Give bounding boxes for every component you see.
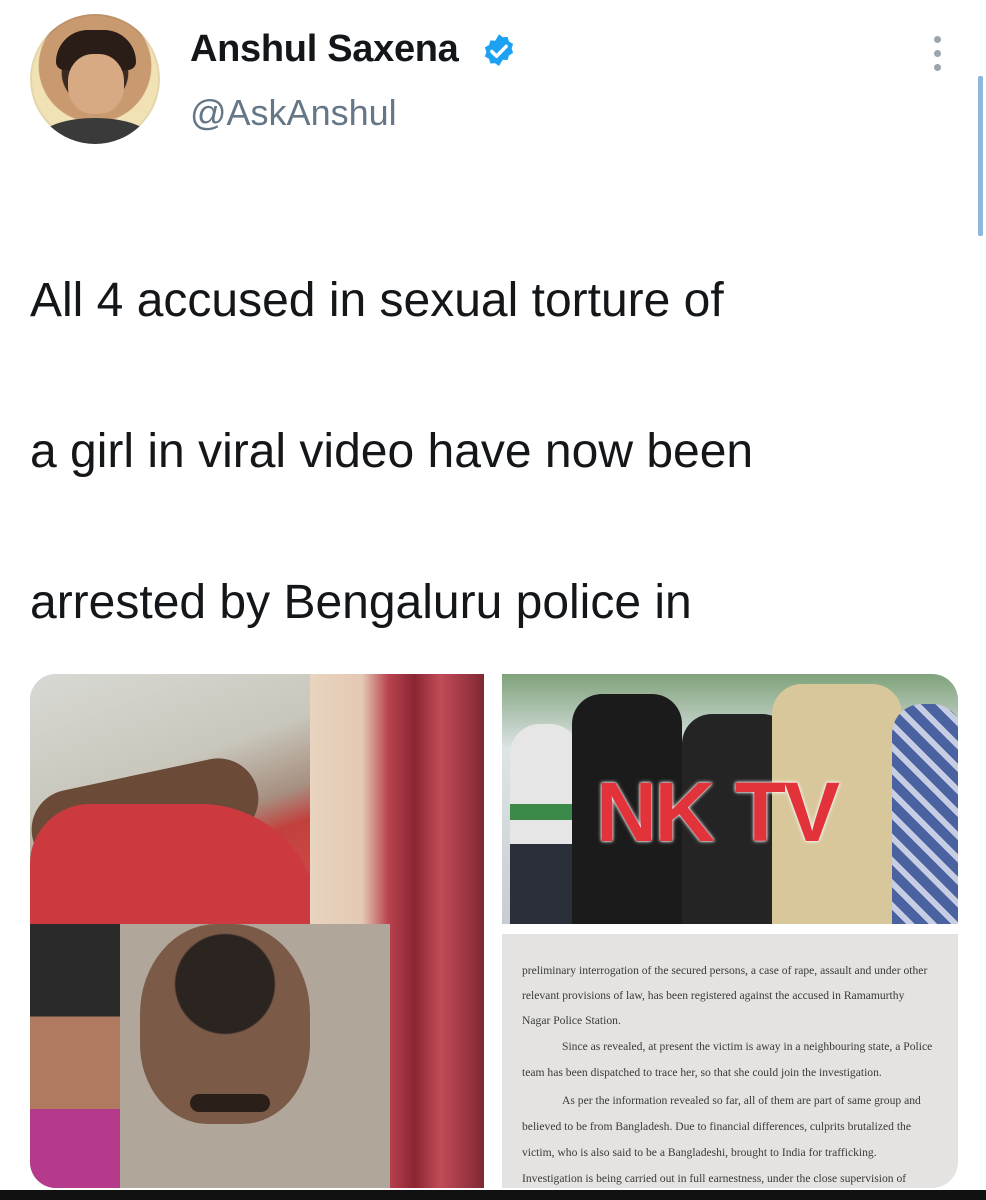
media-photo-top — [30, 674, 320, 924]
doc-line: victim, who is also said to be a Banglad… — [522, 1146, 877, 1159]
doc-line: relevant provisions of law, has been reg… — [522, 989, 905, 1002]
tweet-text-line: All 4 accused in sexual torture of — [30, 274, 724, 328]
photo-figure — [30, 924, 120, 1188]
photo-figure — [30, 804, 320, 924]
doc-line: Investigation is being carried out in fu… — [522, 1172, 907, 1185]
media-photo-bottom — [30, 924, 390, 1188]
tweet-text-line: a girl in viral video have now been — [30, 425, 754, 479]
photo-figure — [190, 1094, 270, 1112]
author-handle[interactable]: @AskAnshul — [190, 92, 397, 134]
photo-person — [892, 704, 958, 924]
doc-line: team has been dispatched to trace her, s… — [522, 1066, 882, 1079]
more-dot — [933, 64, 941, 71]
doc-line: believed to be from Bangladesh. Due to f… — [522, 1120, 912, 1133]
verified-badge-icon — [484, 34, 514, 67]
more-dot — [933, 36, 941, 43]
media-image-document[interactable]: preliminary interrogation of the secured… — [502, 934, 958, 1188]
more-options-icon[interactable] — [926, 36, 948, 76]
scrollbar[interactable] — [978, 76, 983, 236]
avatar-shirt — [40, 118, 150, 144]
tweet-text-line: arrested by Bengaluru police in — [30, 575, 692, 629]
avatar-face — [68, 54, 124, 114]
doc-line: Nagar Police Station. — [522, 1014, 621, 1027]
media-image-collage[interactable] — [30, 674, 484, 1188]
author-name[interactable]: Anshul Saxena — [190, 28, 459, 71]
photo-person — [510, 724, 580, 924]
doc-line: As per the information revealed so far, … — [562, 1094, 921, 1107]
doc-line: Since as revealed, at present the victim… — [562, 1040, 933, 1053]
watermark-text: NK TV — [596, 765, 840, 859]
bottom-bar — [0, 1190, 986, 1200]
media-image-arrest[interactable]: NK TV — [502, 674, 958, 924]
avatar[interactable] — [30, 14, 160, 144]
more-dot — [933, 50, 941, 57]
doc-line: preliminary interrogation of the secured… — [522, 964, 928, 977]
